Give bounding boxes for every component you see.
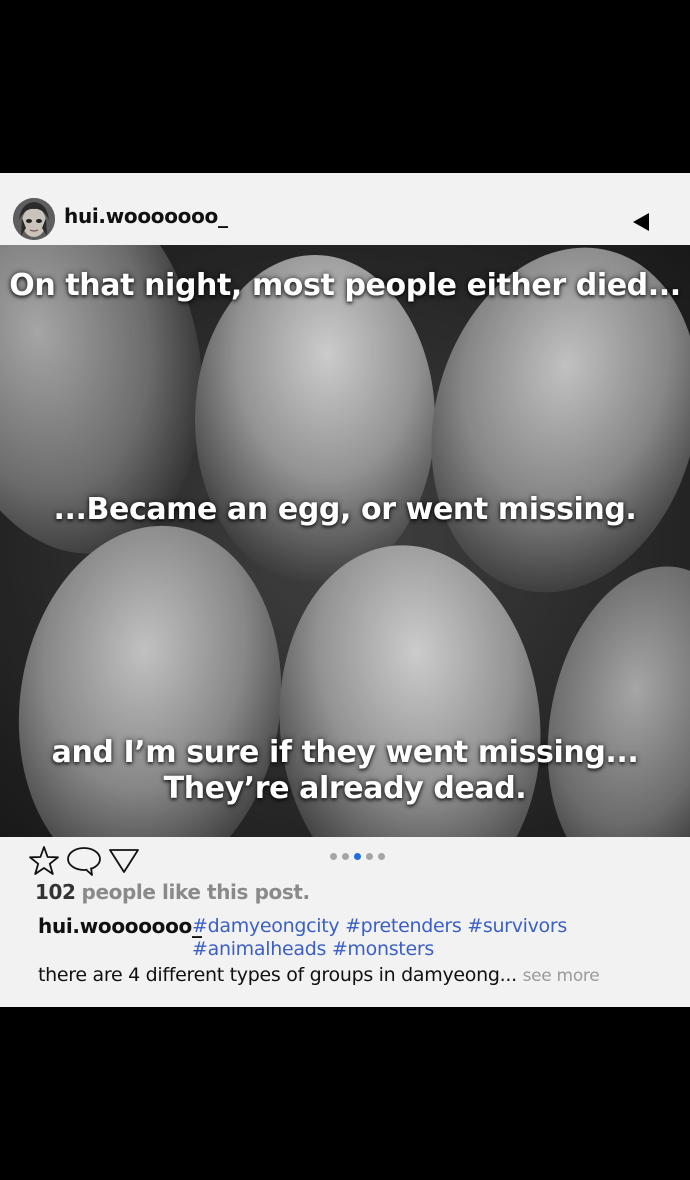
speech-bubble-icon[interactable]	[66, 845, 101, 877]
avatar[interactable]	[13, 198, 55, 240]
carousel-dot	[330, 853, 337, 860]
hashtags: #damyeongcity #pretenders #survivors #an…	[192, 915, 662, 961]
left-triangle-icon[interactable]	[631, 211, 653, 233]
image-caption-1: On that night, most people either died..…	[9, 268, 681, 303]
carousel-dot	[354, 853, 361, 860]
hashtag[interactable]: #animalheads	[192, 938, 326, 960]
star-icon[interactable]	[28, 845, 60, 877]
carousel-dot	[378, 853, 385, 860]
triangle-down-icon[interactable]	[108, 845, 140, 877]
hashtag[interactable]: #monsters	[332, 938, 434, 960]
profile-avatar-icon	[13, 198, 55, 240]
carousel-indicator	[330, 853, 390, 863]
image-caption-4: They’re already dead.	[163, 771, 527, 806]
post-header: hui.wooooooo_	[0, 173, 690, 245]
caption-text: there are 4 different types of groups in…	[38, 964, 517, 986]
caption-text-row: there are 4 different types of groups in…	[38, 964, 600, 986]
carousel-dot	[366, 853, 373, 860]
likes-count: 102	[35, 880, 76, 904]
post-card: hui.wooooooo_ On that night, most people…	[0, 173, 690, 1007]
hashtag[interactable]: #pretenders	[345, 915, 462, 937]
hashtag[interactable]: #damyeongcity	[192, 915, 340, 937]
post-image: On that night, most people either died..…	[0, 245, 690, 837]
post-actions	[28, 845, 158, 877]
image-caption-3: and I’m sure if they went missing...	[51, 735, 639, 770]
image-caption-2: ...Became an egg, or went missing.	[53, 492, 637, 527]
carousel-dot	[342, 853, 349, 860]
post-username[interactable]: hui.wooooooo_	[64, 204, 228, 228]
hashtag[interactable]: #survivors	[467, 915, 567, 937]
see-more-link[interactable]: see more	[523, 966, 600, 986]
caption-username[interactable]: hui.wooooooo_	[38, 914, 202, 938]
likes-text: people like this post.	[81, 880, 311, 904]
likes-summary[interactable]: 102 people like this post.	[35, 880, 310, 904]
